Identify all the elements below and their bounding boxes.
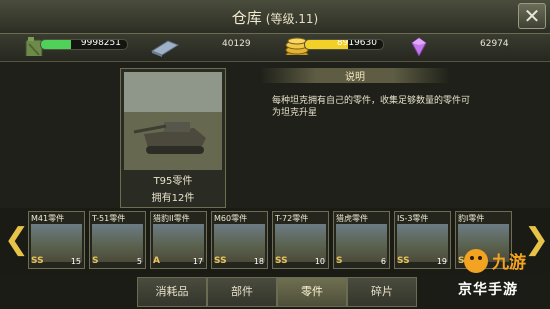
part-count: 15 xyxy=(70,257,81,266)
part-count: 19 xyxy=(436,257,447,266)
scroll-left-button[interactable]: ❮ xyxy=(4,214,30,266)
part-label: 猎虎零件 xyxy=(336,214,368,223)
tank-illustration xyxy=(124,72,222,170)
part-slot[interactable]: M41零件 SS 15 xyxy=(28,211,85,269)
rank-badge: SS xyxy=(397,256,410,266)
watermark-logo: 九游 xyxy=(464,249,526,273)
description-text: 每种坦克拥有自己的零件，收集足够数量的零件可为坦克升星 xyxy=(272,96,471,118)
part-label: T-72零件 xyxy=(275,214,309,223)
rank-badge: S xyxy=(92,256,99,266)
part-count: 17 xyxy=(192,257,203,266)
part-label: T-51零件 xyxy=(92,214,126,223)
page-title: 仓库 (等级.11) xyxy=(0,7,550,28)
close-button[interactable]: ✕ xyxy=(518,3,546,29)
part-slot[interactable]: 猎豹II零件 A 17 xyxy=(150,211,207,269)
title-text: 仓库 xyxy=(231,9,262,27)
rank-badge: SS xyxy=(31,256,44,266)
selected-part-name: T95零件 xyxy=(153,176,193,187)
gem-icon xyxy=(411,37,427,56)
tab-components[interactable]: 部件 xyxy=(207,277,277,307)
selected-part-card: T95零件 拥有12件 xyxy=(120,68,226,208)
tab-parts[interactable]: 零件 xyxy=(277,277,347,307)
part-slot[interactable]: T-72零件 SS 10 xyxy=(272,211,329,269)
title-bar: 仓库 (等级.11) ✕ xyxy=(0,0,550,34)
rank-badge: SS xyxy=(275,256,288,266)
part-tank-image xyxy=(92,224,143,262)
watermark-text: 京华手游 xyxy=(458,282,518,298)
steel-icon xyxy=(150,40,180,57)
rank-badge: SS xyxy=(214,256,227,266)
part-label: 猎豹II零件 xyxy=(153,214,190,223)
close-icon: ✕ xyxy=(523,4,541,28)
part-count: 5 xyxy=(136,257,142,266)
part-tank-image xyxy=(336,224,387,262)
resource-bar: 9998251 40129 8919630 62974 xyxy=(0,34,550,62)
part-slot[interactable]: M60零件 SS 18 xyxy=(211,211,268,269)
part-label: 豹I零件 xyxy=(458,214,485,223)
part-count: 18 xyxy=(253,257,264,266)
fuel-value: 9998251 xyxy=(80,39,121,48)
part-slot[interactable]: 猎虎零件 S 6 xyxy=(333,211,390,269)
gold-bar: 8919630 xyxy=(304,39,384,50)
part-count: 10 xyxy=(314,257,325,266)
steel-value: 40129 xyxy=(222,39,251,49)
tab-consumables[interactable]: 消耗品 xyxy=(137,277,207,307)
rank-badge: A xyxy=(153,256,160,266)
gold-value: 8919630 xyxy=(336,39,377,48)
rank-badge: S xyxy=(336,256,343,266)
tank-image xyxy=(124,72,222,170)
part-count: 6 xyxy=(380,257,386,266)
part-slot[interactable]: T-51零件 S 5 xyxy=(89,211,146,269)
watermark-logo-text: 九游 xyxy=(491,252,526,273)
chevron-left-icon: ❮ xyxy=(4,222,30,257)
part-label: IS-3零件 xyxy=(397,214,429,223)
fuel-bar-fill xyxy=(41,40,72,49)
part-label: M60零件 xyxy=(214,214,248,223)
part-slot[interactable]: IS-3零件 SS 19 xyxy=(394,211,451,269)
level-text: (等级.11) xyxy=(265,12,319,26)
detail-panel: T95零件 拥有12件 说明 每种坦克拥有自己的零件，收集足够数量的零件可为坦克… xyxy=(0,62,550,212)
selected-part-count: 拥有12件 xyxy=(151,193,195,204)
tab-fragments[interactable]: 碎片 xyxy=(347,277,417,307)
description-heading: 说明 xyxy=(260,68,450,83)
part-label: M41零件 xyxy=(31,214,65,223)
gem-value: 62974 xyxy=(480,39,509,49)
fuel-bar: 9998251 xyxy=(40,39,128,50)
